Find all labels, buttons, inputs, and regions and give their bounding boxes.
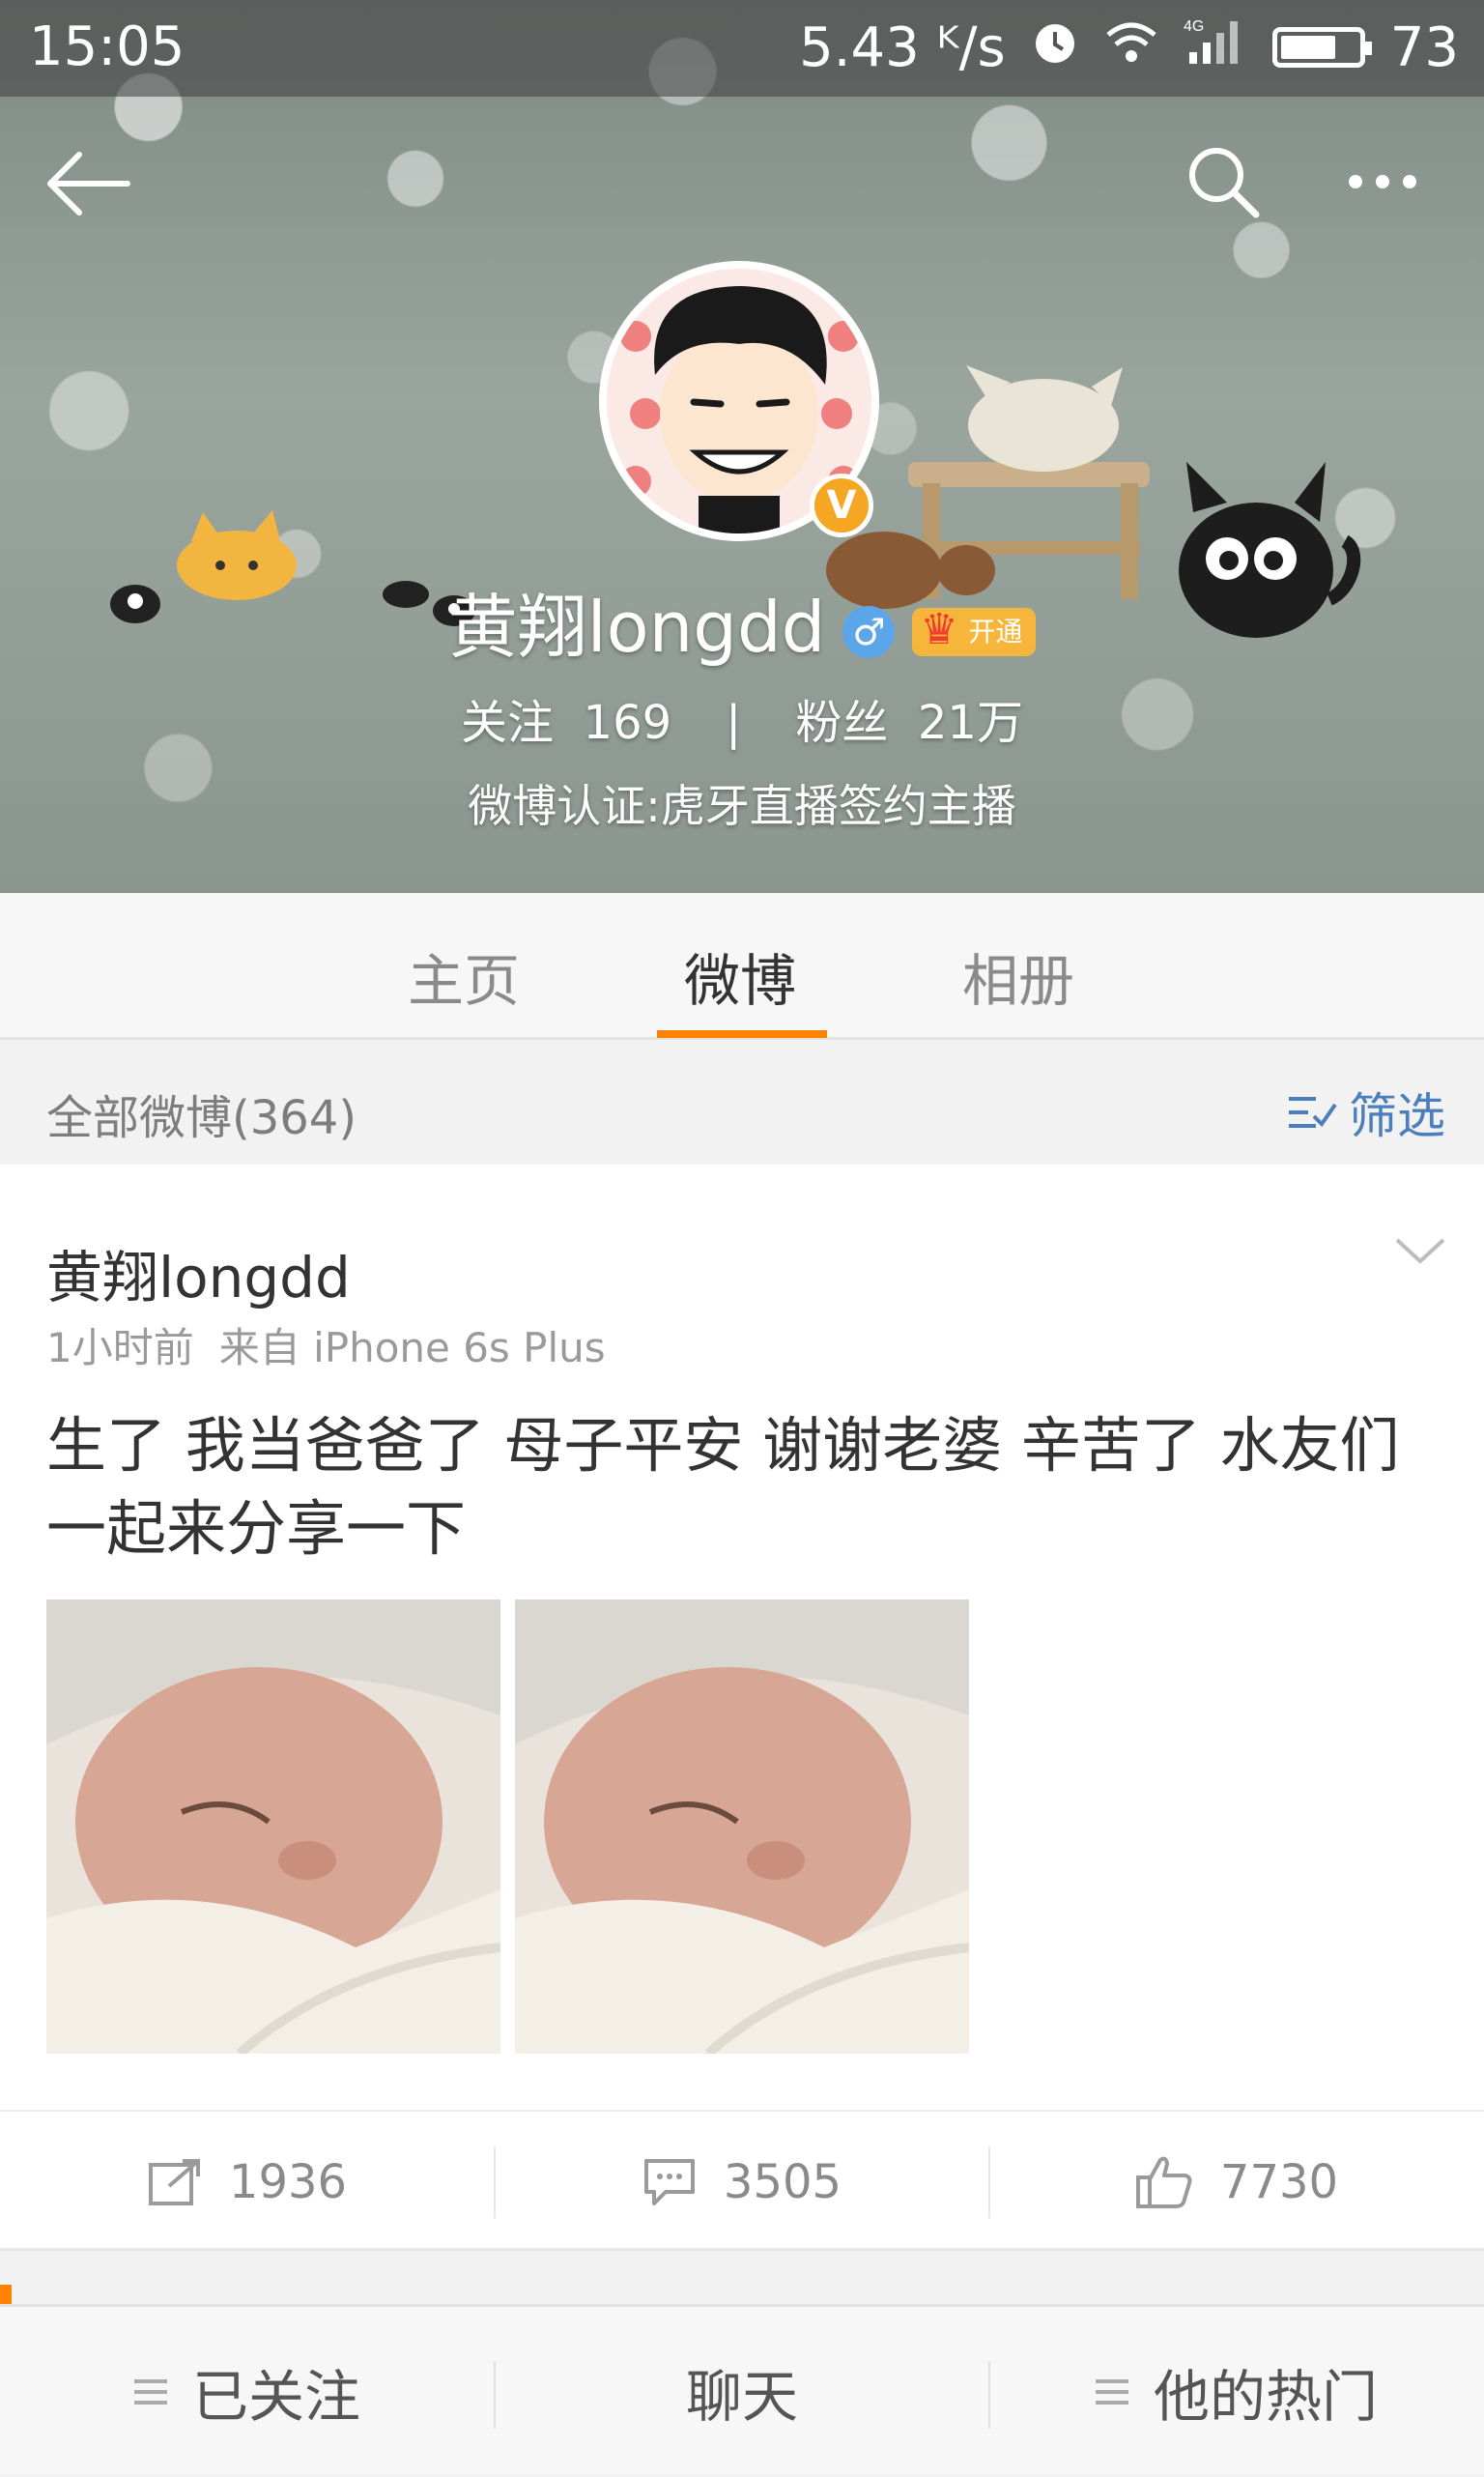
bottom-action-bar: 已关注 聊天 他的热门 — [0, 2304, 1484, 2474]
search-button[interactable] — [1184, 143, 1262, 220]
scroll-progress-indicator — [0, 2285, 12, 2304]
post-menu-button[interactable] — [1391, 1232, 1449, 1271]
thumbs-up-icon — [1135, 2156, 1192, 2208]
his-hot-button-label: 他的热门 — [1153, 2364, 1378, 2430]
fans-count: 21万 — [917, 696, 1023, 750]
tab-album[interactable]: 相册 — [962, 936, 1074, 1017]
tab-weibo[interactable]: 微博 — [684, 936, 796, 1017]
post-author[interactable]: 黄翔longdd — [46, 1232, 351, 1313]
active-tab-indicator — [657, 1030, 827, 1038]
baby-photo — [515, 1599, 969, 2054]
signal-4g-icon: 4G — [1184, 15, 1247, 79]
like-count: 7730 — [1219, 2155, 1339, 2209]
profile-tabs: 主页 微博 相册 — [0, 893, 1484, 1040]
repost-button[interactable]: 1936 — [0, 2112, 495, 2253]
following-label: 关注 — [461, 696, 555, 750]
post-time: 1小时前 — [46, 1324, 194, 1371]
filter-label: 筛选 — [1349, 1088, 1445, 1144]
menu-lines-icon — [1095, 2379, 1128, 2405]
repost-count: 1936 — [228, 2155, 348, 2209]
fans-stat[interactable]: 粉丝 21万 — [795, 696, 1023, 750]
post-meta: 1小时前 来自 iPhone 6s Plus — [46, 1315, 606, 1374]
profile-name-row: 黄翔longdd ♂ 开通 — [0, 570, 1484, 672]
tab-home[interactable]: 主页 — [408, 936, 520, 1017]
following-count: 169 — [583, 696, 672, 750]
dot-icon — [1376, 175, 1389, 188]
like-button[interactable]: 7730 — [989, 2112, 1484, 2253]
alarm-icon — [1031, 16, 1079, 79]
post-text: 生了 我当爸爸了 母子平安 谢谢老婆 辛苦了 水友们一起来分享一下 — [46, 1410, 1400, 1564]
vip-open-badge[interactable]: 开通 — [912, 606, 1037, 657]
post-image[interactable] — [46, 1599, 500, 2054]
follow-stats: 关注 169 | 粉丝 21万 — [0, 684, 1484, 752]
filter-icon — [1289, 1097, 1337, 1128]
status-bar: 15:05 5.43 ᴷ/s 4G 73 — [0, 0, 1484, 97]
repost-icon — [148, 2159, 200, 2205]
dot-icon — [1349, 175, 1362, 188]
chevron-down-icon — [1395, 1238, 1445, 1264]
fans-label: 粉丝 — [795, 696, 889, 750]
search-icon — [1189, 148, 1260, 218]
post-source: 来自 iPhone 6s Plus — [218, 1324, 606, 1371]
weibo-count-label: 全部微博(364) — [46, 1091, 357, 1145]
menu-lines-icon — [133, 2379, 167, 2405]
following-button[interactable]: 已关注 — [0, 2307, 495, 2477]
post-actions: 1936 3505 7730 — [0, 2110, 1484, 2251]
wifi-icon — [1104, 16, 1158, 79]
back-button[interactable] — [44, 145, 131, 222]
chat-button-label: 聊天 — [685, 2364, 798, 2430]
following-stat[interactable]: 关注 169 — [461, 696, 671, 750]
status-time: 15:05 — [29, 15, 186, 78]
battery-icon — [1271, 27, 1372, 68]
comment-button[interactable]: 3505 — [495, 2112, 989, 2253]
comment-icon — [643, 2159, 695, 2205]
post-image[interactable] — [515, 1599, 969, 2054]
battery-level: 73 — [1389, 15, 1459, 79]
gender-male-icon: ♂ — [842, 606, 896, 659]
back-arrow-icon — [47, 152, 130, 216]
comment-count: 3505 — [723, 2155, 842, 2209]
baby-photo — [46, 1599, 500, 2054]
profile-cover: 15:05 5.43 ᴷ/s 4G 73 V 黄翔longdd ♂♛ 开通 关注… — [0, 0, 1484, 893]
dot-icon — [1403, 175, 1416, 188]
his-hot-button[interactable]: 他的热门 — [989, 2307, 1484, 2477]
more-options-button[interactable] — [1349, 162, 1445, 201]
verification-info: 微博认证:虎牙直播签约主播 — [468, 780, 1016, 832]
following-button-label: 已关注 — [191, 2364, 360, 2430]
profile-name: 黄翔longdd — [447, 587, 826, 668]
verified-badge-icon: V — [810, 474, 873, 537]
svg-text:4G: 4G — [1184, 18, 1204, 35]
filter-bar: 全部微博(364) 筛选 — [0, 1043, 1484, 1165]
network-speed: 5.43 ᴷ/s — [799, 15, 1006, 79]
chat-button[interactable]: 聊天 — [495, 2307, 989, 2477]
post-card[interactable]: 黄翔longdd 1小时前 来自 iPhone 6s Plus 生了 我当爸爸了 … — [0, 1165, 1484, 2251]
stats-divider: | — [726, 696, 742, 750]
filter-button[interactable]: 筛选 — [1287, 1078, 1445, 1147]
